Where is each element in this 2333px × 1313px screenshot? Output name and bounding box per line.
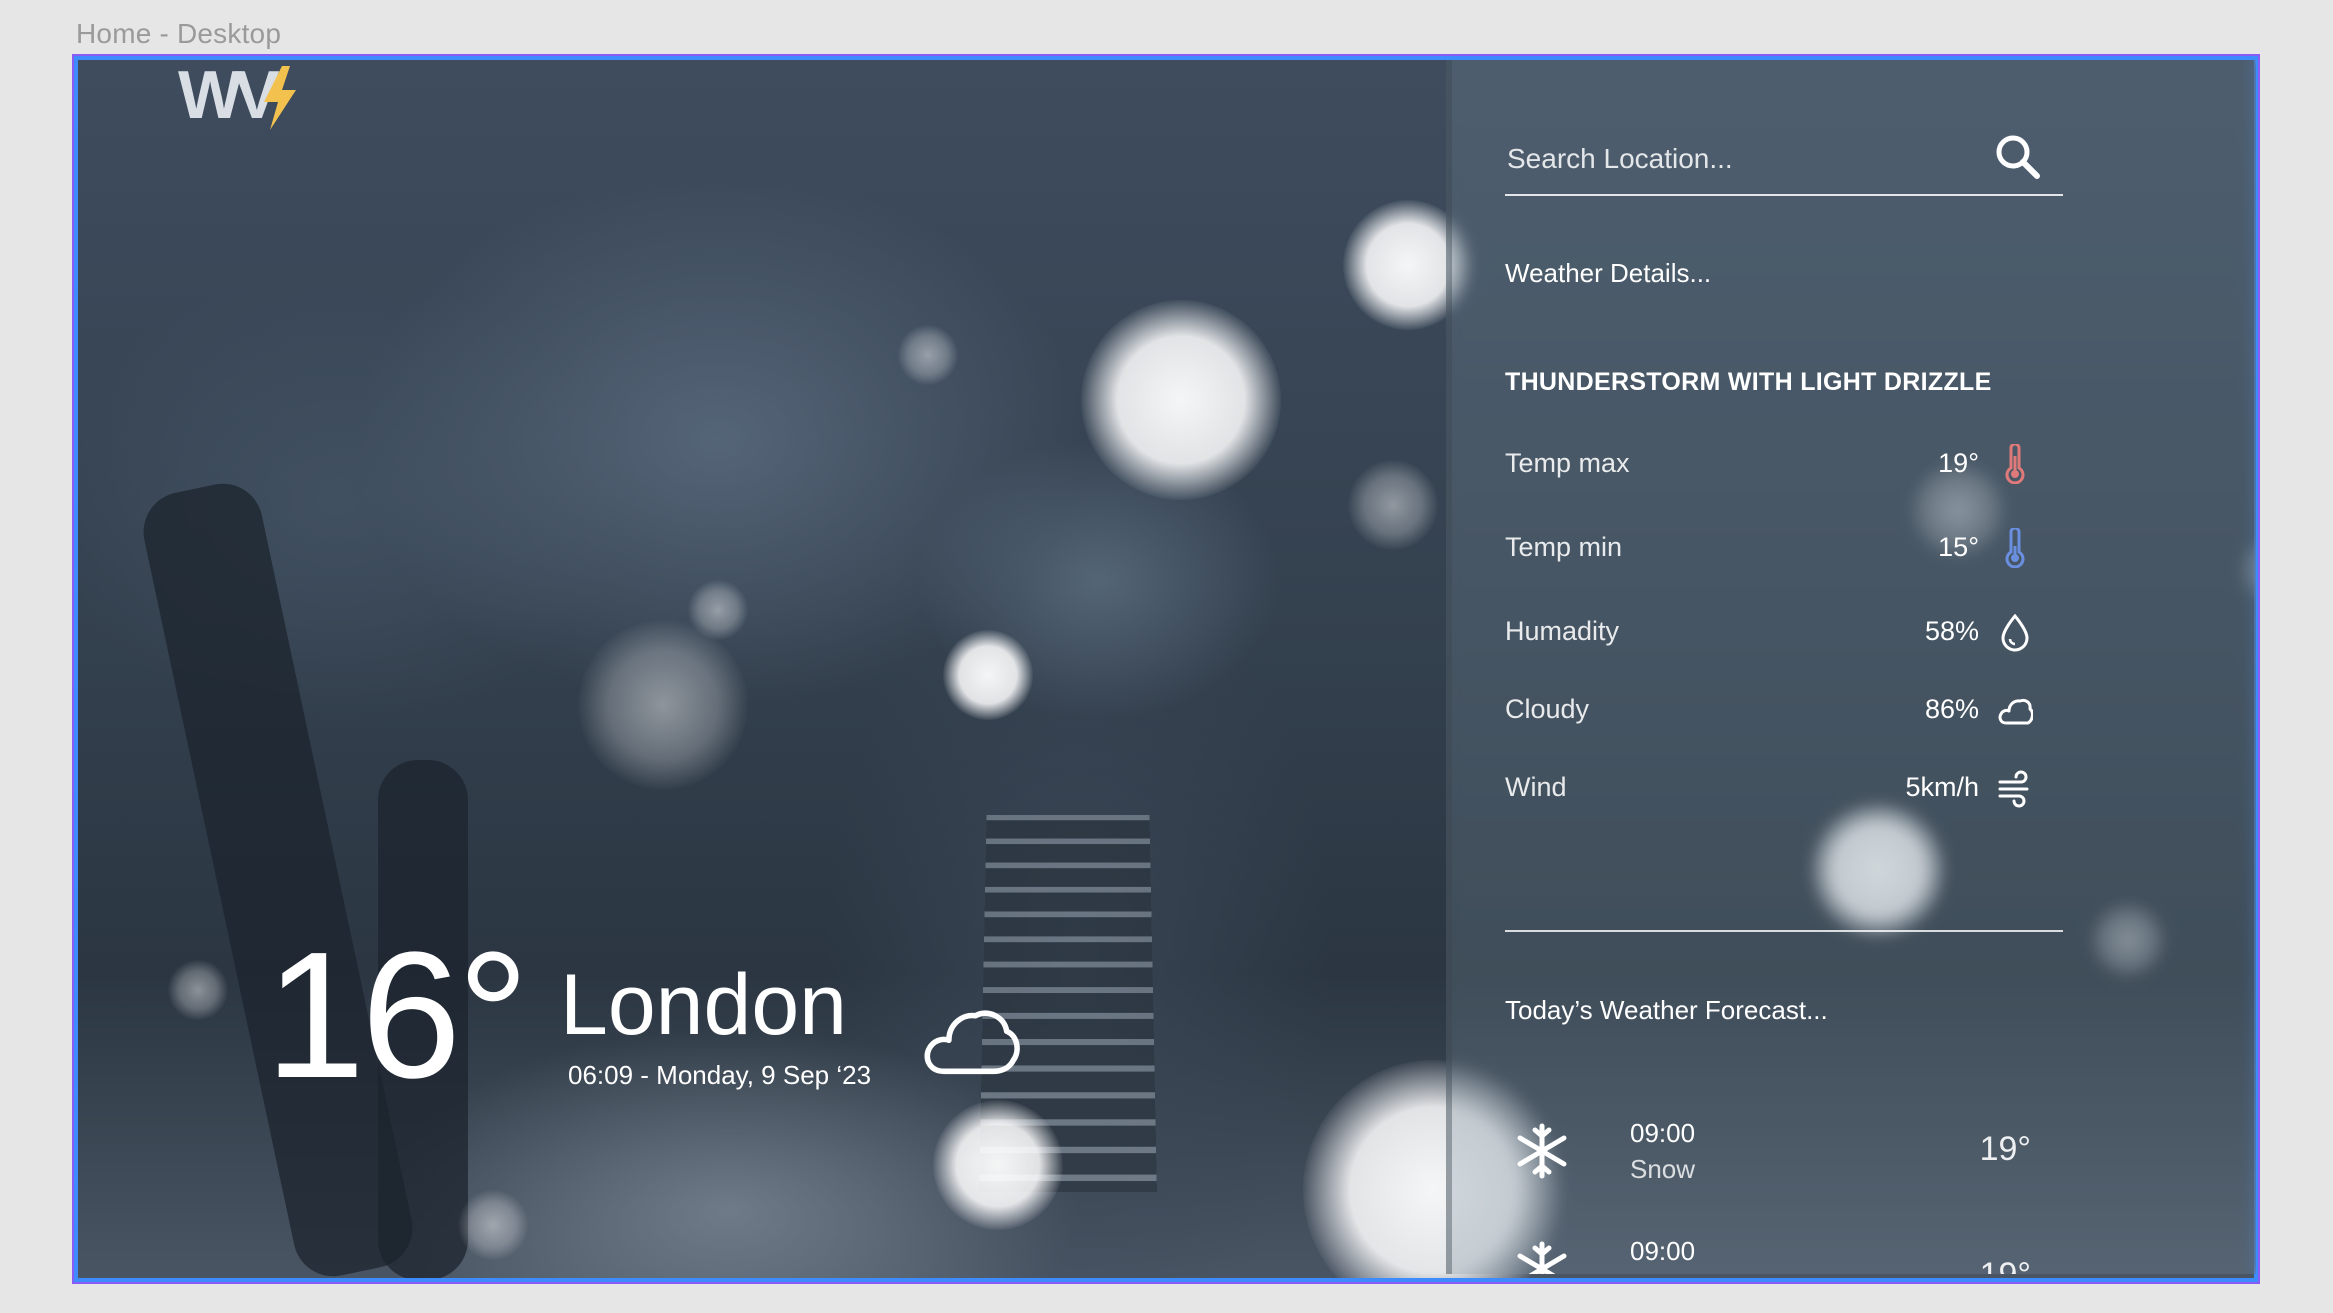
frame-label: Home - Desktop: [76, 18, 282, 49]
detail-row-temp-max: Temp max 19°: [1505, 442, 2045, 486]
droplet-icon: [2001, 613, 2029, 652]
cloud-icon: [1998, 698, 2033, 725]
detail-row-cloudy: Cloudy 86%: [1505, 688, 2045, 732]
current-datetime: 06:09 - Monday, 9 Sep ‘23: [568, 1060, 872, 1090]
detail-row-wind: Wind 5km/h: [1505, 766, 2045, 810]
current-temperature: 16°: [265, 915, 529, 1116]
detail-label: Humadity: [1505, 616, 1620, 646]
section-divider: [1505, 930, 2063, 932]
detail-row-humidity: Humadity 58%: [1505, 610, 2045, 654]
detail-label: Wind: [1505, 772, 1567, 802]
detail-value: 86%: [1924, 694, 1979, 724]
forecast-item[interactable]: 09:00 Snow 19°: [1505, 1116, 2045, 1196]
snowflake-icon: [1517, 1241, 1567, 1274]
forecast-heading: Today’s Weather Forecast...: [1505, 995, 1828, 1025]
wind-icon: [1998, 770, 2029, 808]
forecast-temp: 19°: [1979, 1130, 2031, 1168]
snowflake-bokeh: [168, 960, 228, 1020]
detail-label: Temp max: [1505, 448, 1630, 478]
thermometer-hot-icon: [2005, 444, 2025, 484]
detail-row-temp-min: Temp min 15°: [1505, 526, 2045, 570]
snowflake-bokeh: [898, 325, 958, 385]
forecast-condition: Snow: [1630, 1154, 1696, 1184]
snowflake-bokeh: [1348, 460, 1438, 550]
snowflake-bokeh: [688, 580, 748, 640]
forecast-time: 09:00: [1630, 1118, 1696, 1148]
svg-text:WV: WV: [178, 62, 279, 132]
snowflake-bokeh: [933, 1100, 1063, 1230]
weather-details-heading: Weather Details...: [1505, 258, 1712, 288]
snowflake-bokeh: [1081, 300, 1281, 500]
snowflake-icon: [1517, 1123, 1567, 1179]
thermometer-cold-icon: [2005, 528, 2025, 568]
snowflake-bokeh: [458, 1190, 528, 1260]
snowflake-bokeh: [578, 620, 748, 790]
detail-value: 5km/h: [1905, 772, 1979, 802]
forecast-item[interactable]: 09:00 19°: [1505, 1234, 2045, 1274]
search-input[interactable]: [1505, 136, 1979, 182]
current-city: London: [560, 957, 847, 1053]
weather-condition: THUNDERSTORM WITH LIGHT DRIZZLE: [1505, 368, 1992, 396]
forecast-time: 09:00: [1630, 1236, 1696, 1266]
app-logo[interactable]: WV: [178, 62, 308, 132]
detail-value: 19°: [1938, 448, 1979, 478]
cloud-icon: [924, 1010, 1020, 1075]
search-icon[interactable]: [1993, 132, 2043, 182]
detail-label: Cloudy: [1505, 694, 1590, 724]
forecast-temp: 19°: [1980, 1256, 2031, 1274]
snowflake-bokeh: [943, 630, 1033, 720]
detail-value: 58%: [1924, 616, 1979, 646]
detail-value: 15°: [1938, 532, 1979, 562]
search-bar: [1505, 128, 2063, 196]
details-panel: [1446, 60, 2256, 1274]
detail-label: Temp min: [1505, 532, 1623, 562]
